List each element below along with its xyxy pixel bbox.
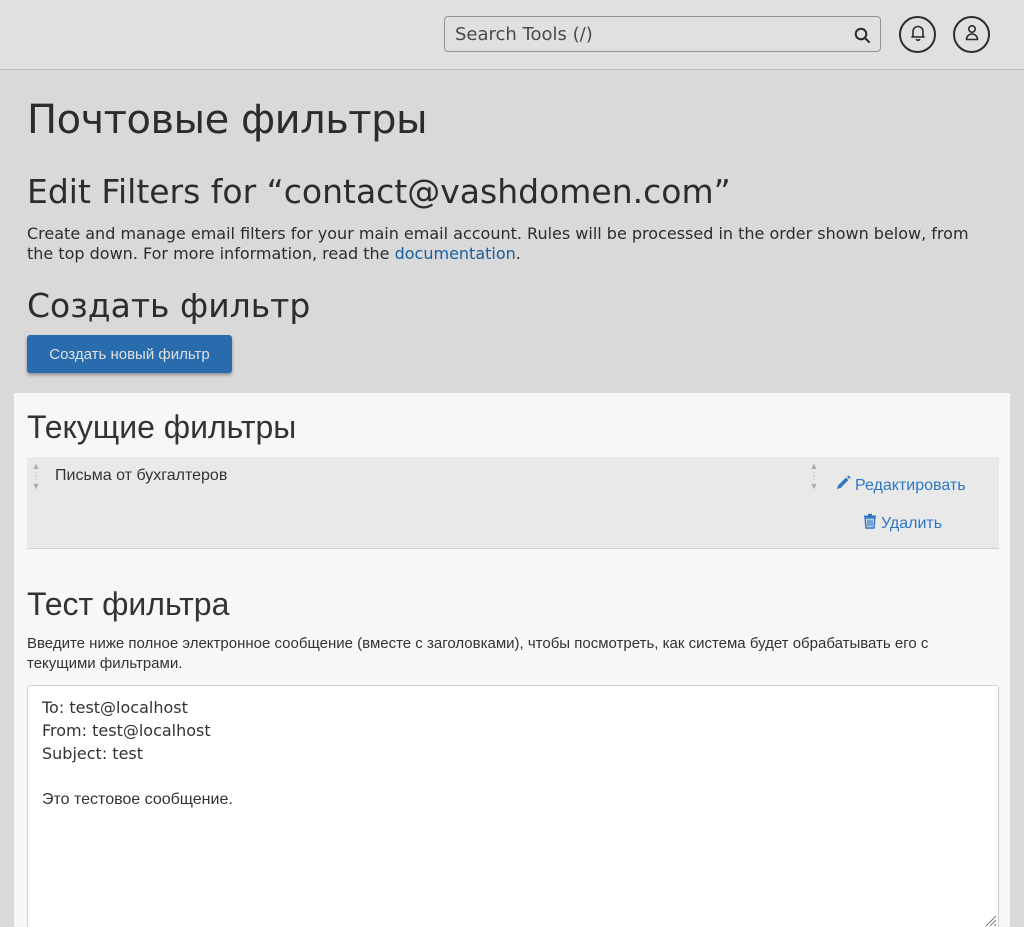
user-icon — [964, 24, 980, 46]
test-filter-heading: Тест фильтра — [27, 586, 230, 622]
user-menu-button[interactable] — [953, 16, 990, 53]
page: Почтовые фильтры Edit Filters for “conta… — [0, 0, 1024, 927]
test-filter-description: Введите ниже полное электронное сообщени… — [27, 635, 929, 672]
search-box — [444, 16, 881, 52]
drag-handle-icon[interactable]: ▲ ⋮ ▼ — [809, 461, 819, 501]
message-line: Subject: test — [42, 744, 144, 763]
drag-handle-icon[interactable]: ▲ ⋮ ▼ — [31, 461, 41, 501]
search-input[interactable] — [446, 18, 841, 50]
description-suffix: . — [515, 244, 521, 263]
filter-name: Письма от бухгалтеров — [55, 467, 228, 484]
create-filter-heading: Создать фильтр — [27, 286, 311, 325]
edit-filter-link[interactable]: Редактировать — [835, 475, 966, 496]
top-bar — [0, 0, 1024, 70]
delete-filter-link[interactable]: Удалить — [863, 513, 942, 534]
bell-icon — [910, 24, 926, 46]
trash-icon — [863, 513, 881, 534]
message-line: To: test@localhost — [42, 698, 188, 717]
resize-grip-icon[interactable] — [983, 913, 997, 927]
highlighted-panel: Текущие фильтры ▲ ⋮ ▼ Письма от бухгалтеро… — [14, 393, 1010, 927]
page-title: Почтовые фильтры — [27, 97, 428, 143]
documentation-link[interactable]: documentation — [395, 244, 516, 263]
message-line: From: test@localhost — [42, 721, 211, 740]
delete-filter-label: Удалить — [881, 514, 943, 532]
message-line — [42, 765, 984, 788]
page-description: Create and manage email filters for your… — [27, 224, 987, 264]
notifications-button[interactable] — [899, 16, 936, 53]
edit-filters-heading: Edit Filters for “contact@vashdomen.com” — [27, 172, 731, 211]
pencil-icon — [835, 475, 855, 496]
create-new-filter-button[interactable]: Создать новый фильтр — [27, 335, 232, 373]
search-icon[interactable] — [852, 25, 872, 45]
filter-row: ▲ ⋮ ▼ Письма от бухгалтеров ▲ ⋮ ▼ Редактиров… — [27, 457, 999, 549]
current-filters-heading: Текущие фильтры — [27, 409, 297, 445]
message-line: Это тестовое сообщение. — [42, 791, 233, 808]
test-message-textarea[interactable]: To: test@localhost From: test@localhost … — [27, 685, 999, 927]
dim-overlay-left — [0, 393, 14, 927]
dim-overlay-right — [1010, 393, 1024, 927]
edit-filter-label: Редактировать — [855, 476, 966, 494]
